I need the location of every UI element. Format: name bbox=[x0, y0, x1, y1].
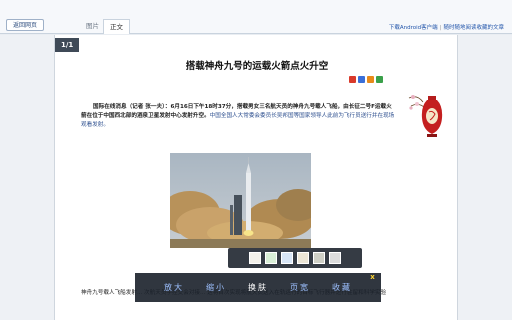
share-green-icon[interactable] bbox=[376, 76, 383, 83]
article-paragraph: 国际在线消息（记者 张一夫）：6月16日下午18时37分，搭载男女三名航天员的神… bbox=[81, 103, 397, 130]
swatch-olive[interactable] bbox=[313, 252, 325, 264]
article-title: 搭载神舟九号的运载火箭点火升空 bbox=[185, 61, 329, 72]
page-width-button[interactable]: 页宽 bbox=[290, 282, 310, 293]
right-gutter bbox=[458, 35, 512, 320]
download-android-link[interactable]: 下载Android客户端 bbox=[389, 25, 438, 31]
reader-toolbar: 放大 缩小 换肤 页宽 收藏 bbox=[135, 273, 381, 302]
share-blue-icon[interactable] bbox=[358, 76, 365, 83]
change-skin-button[interactable]: 换肤 bbox=[248, 282, 268, 293]
swatch-green[interactable] bbox=[265, 252, 277, 264]
favorite-button[interactable]: 收藏 bbox=[332, 282, 352, 293]
page-indicator: 1/1 bbox=[55, 38, 80, 52]
read-later-link[interactable]: 随时随地阅读收藏的文章 bbox=[443, 25, 504, 31]
swatch-grey[interactable] bbox=[329, 252, 341, 264]
swatch-white[interactable] bbox=[249, 252, 261, 264]
close-toolbar-button[interactable]: x bbox=[368, 273, 377, 282]
top-right-links: 下载Android客户端 | 随时随地阅读收藏的文章 bbox=[388, 25, 504, 31]
tab-images[interactable]: 图片 bbox=[80, 19, 105, 34]
top-toolbar: 返回网页 图片 正文 下载Android客户端 | 随时随地阅读收藏的文章 bbox=[0, 0, 512, 34]
left-gutter bbox=[0, 35, 54, 320]
decorative-vase-image bbox=[408, 95, 443, 137]
swatch-blue[interactable] bbox=[281, 252, 293, 264]
tab-text[interactable]: 正文 bbox=[103, 19, 130, 34]
skin-swatch-panel bbox=[228, 248, 362, 268]
swatch-beige[interactable] bbox=[297, 252, 309, 264]
rocket-launch-photo bbox=[170, 153, 311, 248]
share-icons bbox=[349, 76, 383, 83]
back-to-webpage-button[interactable]: 返回网页 bbox=[6, 19, 45, 31]
share-red-icon[interactable] bbox=[349, 76, 356, 83]
zoom-in-button[interactable]: 放大 bbox=[164, 282, 184, 293]
zoom-out-button[interactable]: 缩小 bbox=[206, 282, 226, 293]
share-orange-icon[interactable] bbox=[367, 76, 374, 83]
